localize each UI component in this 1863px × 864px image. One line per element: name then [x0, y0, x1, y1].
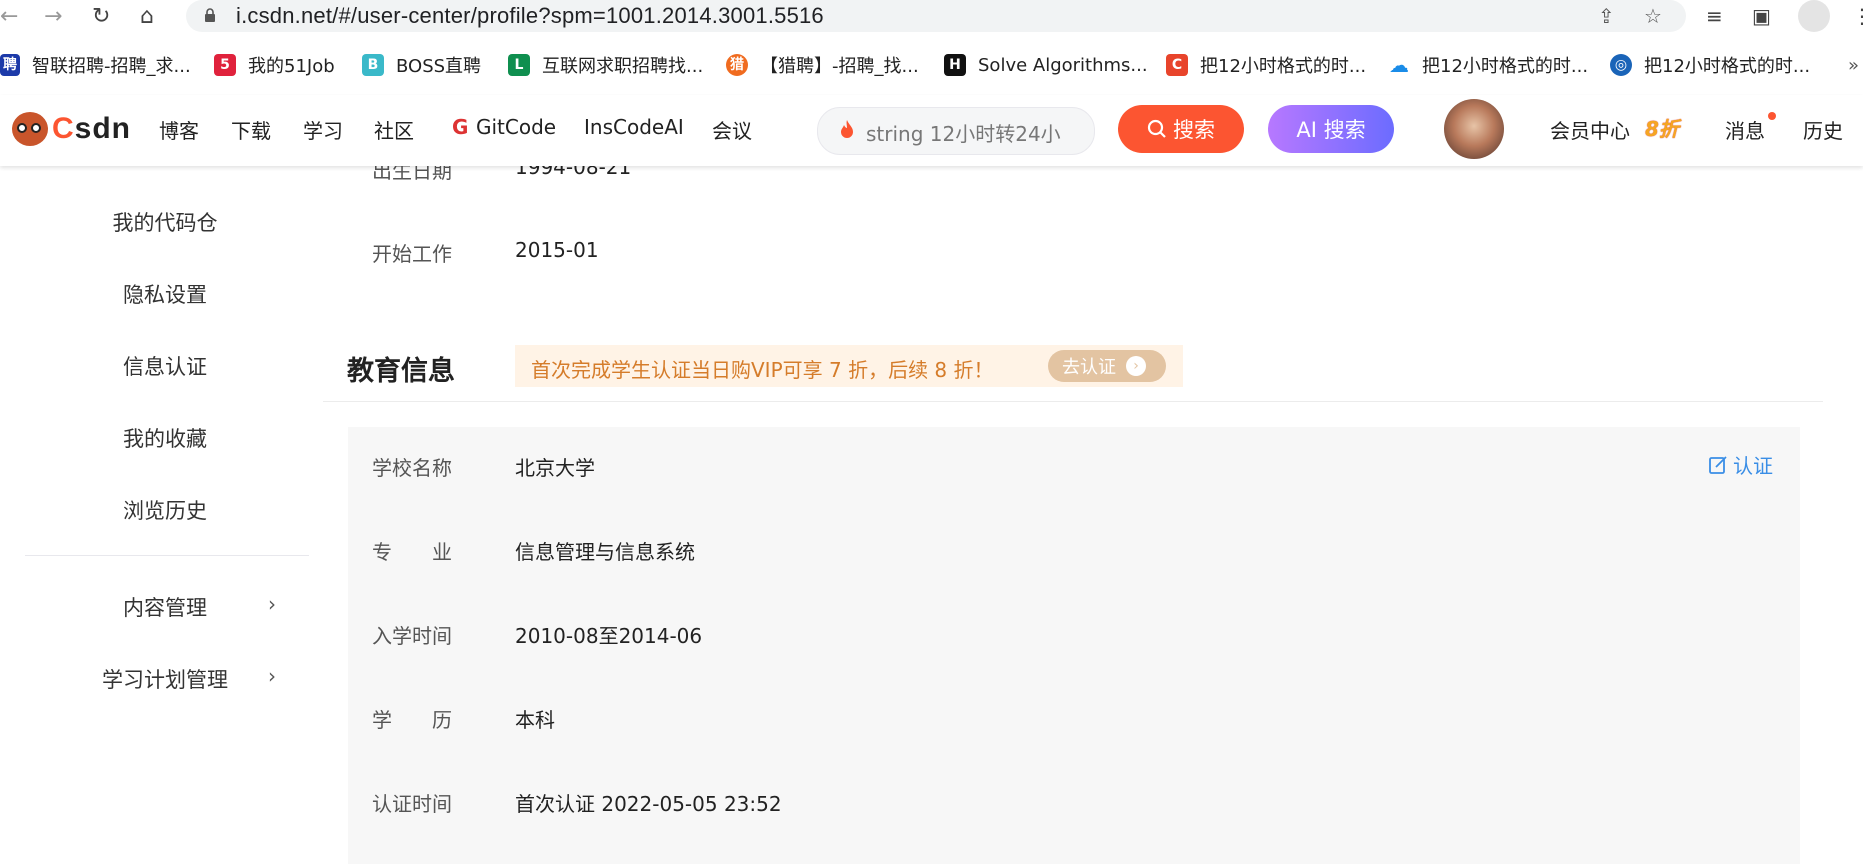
- ai-search-button[interactable]: AI 搜索: [1268, 105, 1394, 153]
- 51job-icon: 5: [214, 54, 236, 76]
- nav-blog[interactable]: 博客: [159, 115, 199, 144]
- lock-icon: [205, 8, 215, 22]
- school-label: 学校名称: [372, 456, 452, 480]
- site-header: Csdn 博客 下载 学习 社区 G GitCode InsCodeAI 会议 …: [0, 95, 1863, 166]
- work-label: 开始工作: [372, 242, 452, 266]
- verify-time-value: 首次认证 2022-05-05 23:52: [515, 792, 782, 816]
- enroll-value: 2010-08至2014-06: [515, 624, 703, 648]
- sidebar-item-favorites[interactable]: 我的收藏: [0, 423, 330, 453]
- url-text: i.csdn.net/#/user-center/profile?spm=100…: [236, 3, 824, 28]
- bookmark-item[interactable]: ☁ 把12小时格式的时...: [1388, 52, 1588, 78]
- nav-inscodeai[interactable]: InsCodeAI: [584, 115, 684, 139]
- address-bar[interactable]: i.csdn.net/#/user-center/profile?spm=100…: [186, 0, 1686, 32]
- avatar[interactable]: [1444, 99, 1504, 159]
- nav-gitcode[interactable]: GitCode: [476, 115, 556, 139]
- enroll-label: 入学时间: [372, 624, 452, 648]
- mascot-icon: [12, 112, 48, 146]
- gitcode-icon: G: [452, 115, 469, 139]
- bookmark-item[interactable]: L 互联网求职招聘找...: [508, 52, 703, 78]
- search-icon: [1147, 119, 1166, 138]
- verify-time-label: 认证时间: [372, 792, 452, 816]
- profile-icon[interactable]: [1798, 0, 1830, 32]
- browser-toolbar: ← → ↻ ⌂ i.csdn.net/#/user-center/profile…: [0, 0, 1863, 34]
- home-icon[interactable]: ⌂: [140, 4, 154, 30]
- major-value: 信息管理与信息系统: [515, 540, 695, 564]
- student-promo-banner: 首次完成学生认证当日购VIP可享 7 折，后续 8 折！ 去认证 ›: [515, 345, 1183, 387]
- arrow-right-icon: ›: [1126, 356, 1146, 376]
- education-title: 教育信息: [347, 356, 455, 387]
- reading-list-icon[interactable]: ≡: [1706, 4, 1723, 28]
- promo-text: 首次完成学生认证当日购VIP可享 7 折，后续 8 折！: [531, 358, 994, 382]
- sidebar-item-privacy[interactable]: 隐私设置: [0, 279, 330, 309]
- edit-icon: [1709, 455, 1727, 474]
- boss-icon: B: [362, 54, 384, 76]
- globe-icon: ◎: [1610, 54, 1632, 76]
- divider: [25, 555, 309, 556]
- major-label: 专 业: [372, 540, 452, 564]
- history-link[interactable]: 历史: [1803, 115, 1843, 144]
- nav-community[interactable]: 社区: [374, 115, 414, 144]
- divider: [323, 401, 1823, 402]
- search-input[interactable]: string 12小时转24小: [817, 107, 1095, 155]
- degree-value: 本科: [515, 708, 555, 732]
- search-placeholder: string 12小时转24小: [866, 122, 1061, 146]
- discount-badge: 8折: [1645, 117, 1679, 141]
- bookmark-item[interactable]: 猎【猎聘】-招聘_找...: [726, 52, 919, 78]
- degree-label: 学 历: [372, 708, 452, 732]
- lagou-icon: L: [508, 54, 530, 76]
- nav-meeting[interactable]: 会议: [712, 115, 752, 144]
- bookmark-item[interactable]: 5 我的51Job: [214, 52, 335, 78]
- notification-dot: [1768, 112, 1776, 120]
- nav-learn[interactable]: 学习: [303, 115, 343, 144]
- bookmark-item[interactable]: C 把12小时格式的时...: [1166, 52, 1366, 78]
- bookmark-item[interactable]: ◎ 把12小时格式的时...: [1610, 52, 1810, 78]
- more-bookmarks-icon[interactable]: »: [1848, 52, 1859, 78]
- sidebar-group-content[interactable]: 内容管理: [0, 592, 330, 622]
- search-button[interactable]: 搜索: [1118, 105, 1244, 153]
- liepin-icon: 猎: [726, 54, 748, 76]
- menu-icon[interactable]: ⋮: [1852, 4, 1863, 28]
- work-value: 2015-01: [515, 238, 599, 262]
- verify-link[interactable]: 认证: [1708, 450, 1773, 479]
- member-center-link[interactable]: 会员中心: [1550, 115, 1630, 144]
- reload-icon[interactable]: ↻: [92, 4, 110, 30]
- bookmark-item[interactable]: 聘智联招聘-招聘_求...: [0, 52, 191, 78]
- hackerrank-icon: H: [944, 54, 966, 76]
- messages-link[interactable]: 消息: [1725, 115, 1765, 144]
- go-verify-button[interactable]: 去认证 ›: [1048, 350, 1166, 382]
- bookmark-item[interactable]: H Solve Algorithms...: [944, 52, 1148, 78]
- chevron-right-icon: ›: [268, 664, 276, 688]
- zhilian-icon: 聘: [0, 54, 20, 76]
- logo-text: Csdn: [52, 112, 132, 145]
- sidebar-item-verification[interactable]: 信息认证: [0, 351, 330, 381]
- cloud-icon: ☁: [1389, 53, 1409, 77]
- flame-icon: [841, 120, 853, 138]
- forward-icon[interactable]: →: [44, 4, 62, 30]
- sidebar-item-code-repo[interactable]: 我的代码仓: [0, 207, 330, 237]
- bookmarks-bar: 聘智联招聘-招聘_求... 5 我的51Job B BOSS直聘 L 互联网求职招聘找…: [0, 44, 1863, 84]
- nav-download[interactable]: 下载: [231, 115, 271, 144]
- sidebar-item-history[interactable]: 浏览历史: [0, 495, 330, 525]
- school-value: 北京大学: [515, 456, 595, 480]
- share-icon[interactable]: ⇪: [1598, 4, 1615, 28]
- bookmark-item[interactable]: B BOSS直聘: [362, 52, 481, 78]
- csdn-logo[interactable]: Csdn: [12, 112, 131, 146]
- bookmark-star-icon[interactable]: ☆: [1644, 4, 1662, 28]
- sidebar-group-study-plan[interactable]: 学习计划管理: [0, 664, 330, 694]
- back-icon[interactable]: ←: [0, 4, 18, 30]
- side-panel-icon[interactable]: ▣: [1752, 4, 1771, 28]
- c-icon: C: [1166, 54, 1188, 76]
- chevron-right-icon: ›: [268, 592, 276, 616]
